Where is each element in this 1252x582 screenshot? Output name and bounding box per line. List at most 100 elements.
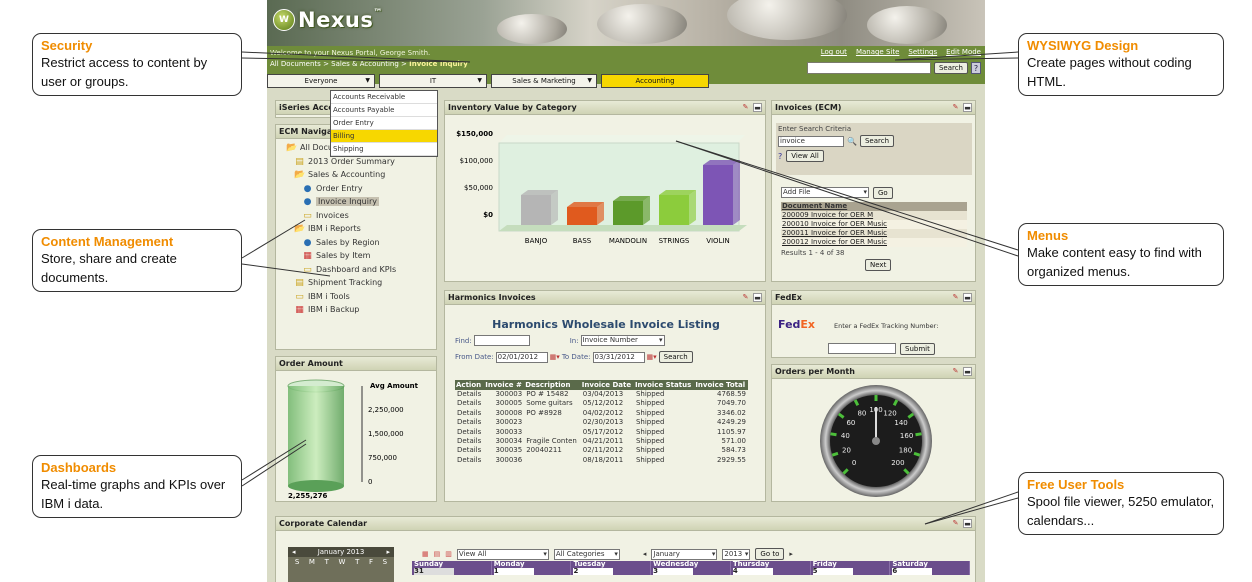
pencil-icon[interactable]: ✎ xyxy=(741,293,750,302)
tree-item[interactable]: ▦ IBM i Backup xyxy=(276,303,436,317)
pencil-icon[interactable]: ✎ xyxy=(951,293,960,302)
tree-item[interactable]: ● Order Entry xyxy=(276,182,436,196)
details-link[interactable]: Details xyxy=(455,418,484,427)
minimize-icon[interactable]: ▬ xyxy=(963,103,972,112)
view-all-button[interactable]: View All xyxy=(786,150,824,162)
tree-item[interactable]: ● Invoice Inquiry xyxy=(276,195,436,209)
details-link[interactable]: Details xyxy=(455,437,484,446)
add-file-select[interactable]: Add File ▾ xyxy=(781,187,869,198)
to-date-input[interactable]: 03/31/2012 xyxy=(592,351,645,363)
find-input[interactable] xyxy=(473,335,530,346)
details-link[interactable]: Details xyxy=(455,399,484,408)
document-link[interactable]: 200010 Invoice for OER Music xyxy=(781,220,967,229)
help-icon[interactable]: ? xyxy=(778,152,782,161)
tree-item[interactable]: ▭ Invoices xyxy=(276,209,436,223)
table-cell: 02/30/2013 xyxy=(582,418,624,427)
help-icon[interactable]: ? xyxy=(971,62,981,74)
menu-accounting[interactable]: Accounting xyxy=(601,74,709,88)
ytick-label: 0 xyxy=(368,478,372,486)
dropdown-item[interactable]: Billing xyxy=(331,130,437,143)
category-select[interactable]: All Categories ▾ xyxy=(553,548,620,560)
harmonics-search-button[interactable]: Search xyxy=(658,351,693,363)
calendar-week-icon[interactable]: ▤ xyxy=(434,550,441,558)
logout-link[interactable]: Log out xyxy=(821,48,847,56)
tree-item[interactable]: ▤ Shipment Tracking xyxy=(276,276,436,290)
weekday-cell[interactable]: Thursday 4 xyxy=(731,561,811,575)
prev-month-icon[interactable]: ◂ xyxy=(292,548,296,556)
weekday-cell[interactable]: Tuesday 2 xyxy=(571,561,652,575)
crumb-all-documents[interactable]: All Documents xyxy=(270,60,321,68)
dropdown-item[interactable]: Accounts Payable xyxy=(331,104,437,117)
weekday-cell[interactable]: Wednesday 3 xyxy=(651,561,731,575)
dropdown-item[interactable]: Accounts Receivable xyxy=(331,91,437,104)
table-cell: Shipped xyxy=(635,446,665,455)
document-link[interactable]: 200012 Invoice for OER Music xyxy=(781,238,967,247)
document-link[interactable]: 200011 Invoice for OER Music xyxy=(781,229,967,238)
next-month-icon[interactable]: ▸ xyxy=(386,548,390,556)
menu-it[interactable]: IT ▼ xyxy=(379,74,487,88)
pencil-icon[interactable]: ✎ xyxy=(741,103,750,112)
mini-day-label: T xyxy=(324,558,329,566)
details-link[interactable]: Details xyxy=(455,446,484,455)
tree-item[interactable]: ▭ Dashboard and KPIs xyxy=(276,263,436,277)
from-date-input[interactable]: 02/01/2012 xyxy=(495,351,548,363)
order-amount-panel: Order Amount Avg Amount 2,250,000 1,500,… xyxy=(275,356,437,502)
pencil-icon[interactable]: ✎ xyxy=(951,519,960,528)
submit-button[interactable]: Submit xyxy=(900,343,935,355)
weekday-cell[interactable]: Friday 5 xyxy=(811,561,891,575)
minimize-icon[interactable]: ▬ xyxy=(963,367,972,376)
tree-item[interactable]: 📂 Sales & Accounting xyxy=(276,168,436,182)
minimize-icon[interactable]: ▬ xyxy=(753,103,762,112)
details-link[interactable]: Details xyxy=(455,456,484,465)
pencil-icon[interactable]: ✎ xyxy=(951,367,960,376)
document-icon: ▭ xyxy=(303,210,312,221)
table-cell: 300005 xyxy=(495,399,523,408)
doc-list-header[interactable]: Document Name xyxy=(781,202,967,211)
next-button[interactable]: Next xyxy=(865,259,892,271)
dropdown-item[interactable]: Order Entry xyxy=(331,117,437,130)
next-icon[interactable]: ▸ xyxy=(789,550,793,558)
search-button[interactable]: Search xyxy=(933,62,968,74)
tree-item[interactable]: ● Sales by Region xyxy=(276,236,436,250)
month-select[interactable]: January ▾ xyxy=(651,548,718,560)
go-button[interactable]: Go xyxy=(873,187,893,199)
details-link[interactable]: Details xyxy=(455,390,484,399)
in-label: In: xyxy=(569,336,579,345)
tree-item[interactable]: ▦ Sales by Item xyxy=(276,249,436,263)
manage-site-link[interactable]: Manage Site xyxy=(856,48,899,56)
edit-mode-link[interactable]: Edit Mode xyxy=(946,48,981,56)
menu-everyone[interactable]: Everyone ▼ xyxy=(267,74,375,88)
ecm-search-button[interactable]: Search xyxy=(859,135,895,147)
tracking-input[interactable] xyxy=(828,343,896,354)
settings-link[interactable]: Settings xyxy=(908,48,937,56)
details-link[interactable]: Details xyxy=(455,409,484,418)
xtick-label: BASS xyxy=(573,237,592,245)
pencil-icon[interactable]: ✎ xyxy=(951,103,960,112)
view-select[interactable]: View All ▾ xyxy=(456,548,549,560)
calendar-icon[interactable]: ▦▾ xyxy=(550,353,560,361)
document-link[interactable]: 200009 Invoice for OER M xyxy=(781,211,967,220)
search-input[interactable] xyxy=(806,62,931,74)
calendar-view-icon[interactable]: ▦ xyxy=(422,550,429,558)
details-link[interactable]: Details xyxy=(455,428,484,437)
weekday-cell[interactable]: Saturday 6 xyxy=(890,561,971,575)
dropdown-item[interactable]: Shipping xyxy=(331,143,437,156)
table-cell: PO # 15482 xyxy=(526,390,569,398)
tree-item[interactable]: ▭ IBM i Tools xyxy=(276,290,436,304)
year-select[interactable]: 2013 ▾ xyxy=(722,548,751,560)
menu-sales-marketing[interactable]: Sales & Marketing ▼ xyxy=(491,74,597,88)
prev-icon[interactable]: ◂ xyxy=(643,550,647,558)
calendar-day-icon[interactable]: ▥ xyxy=(445,550,452,558)
minimize-icon[interactable]: ▬ xyxy=(963,519,972,528)
weekday-cell[interactable]: Sunday 31 xyxy=(412,561,492,575)
goto-button[interactable]: Go to xyxy=(755,548,785,560)
ecm-search-input[interactable]: invoice xyxy=(778,135,844,147)
minimize-icon[interactable]: ▬ xyxy=(753,293,762,302)
weekday-cell[interactable]: Monday 1 xyxy=(492,561,572,575)
in-select[interactable]: Invoice Number ▾ xyxy=(580,335,665,346)
magnifier-icon[interactable]: 🔍 xyxy=(847,137,857,146)
calendar-icon[interactable]: ▦▾ xyxy=(647,353,657,361)
tree-item[interactable]: 📂 IBM i Reports xyxy=(276,222,436,236)
crumb-sales[interactable]: Sales & Accounting xyxy=(331,60,399,68)
minimize-icon[interactable]: ▬ xyxy=(963,293,972,302)
